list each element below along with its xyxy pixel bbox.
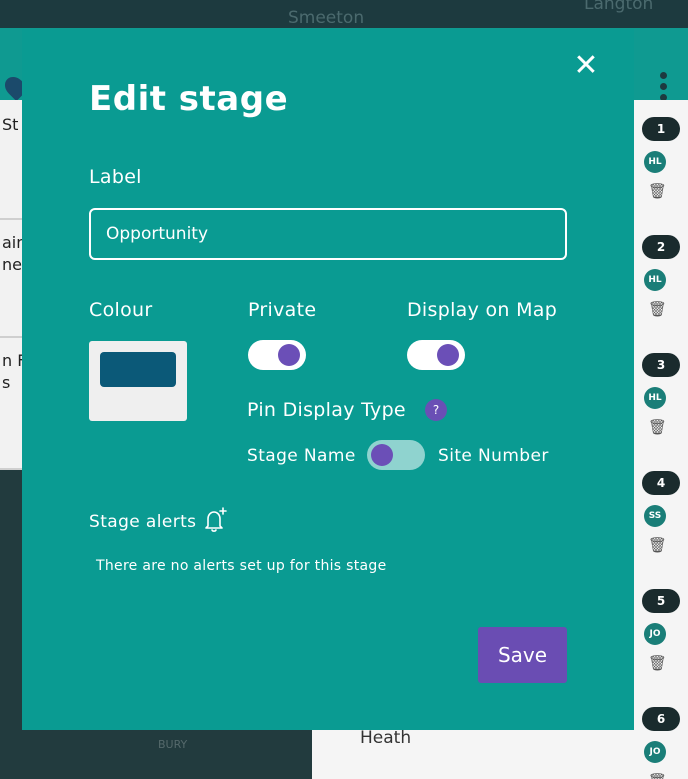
bell-add-icon[interactable] (200, 505, 230, 535)
stage-number-badge: 4 (642, 471, 680, 495)
avatar: SS (644, 505, 666, 527)
stage-column: 1 HL 🗑 2 HL 🗑 3 HL 🗑 4 SS 🗑 5 JO 🗑 6 JO … (634, 100, 688, 779)
private-heading: Private (248, 299, 317, 321)
close-icon[interactable]: ✕ (572, 51, 600, 81)
label-input[interactable] (89, 208, 567, 260)
save-button[interactable]: Save (478, 627, 567, 683)
stage-number-badge: 3 (642, 353, 680, 377)
page-title: Edit stage (89, 79, 289, 119)
display-on-map-heading: Display on Map (407, 299, 558, 321)
avatar: JO (644, 741, 666, 763)
dark-panel-label: BURY (158, 738, 188, 751)
avatar: JO (644, 623, 666, 645)
avatar: HL (644, 269, 666, 291)
pin-display-type-heading: Pin Display Type (247, 399, 406, 421)
colour-heading: Colour (89, 299, 153, 321)
trash-icon[interactable]: 🗑 (648, 654, 667, 672)
map-town-label: Langton (584, 0, 654, 14)
map-town-label: Smeeton (288, 8, 365, 28)
private-toggle[interactable] (248, 340, 306, 370)
stage-number-badge: 6 (642, 707, 680, 731)
pin-option-stage-name: Stage Name (247, 446, 356, 466)
label-heading: Label (89, 166, 142, 188)
trash-icon[interactable]: 🗑 (648, 536, 667, 554)
stage-alerts-heading: Stage alerts (89, 512, 197, 532)
edit-stage-modal: ✕ Edit stage Label Colour Private Displa… (22, 29, 634, 730)
trash-icon[interactable]: 🗑 (648, 772, 667, 779)
stage-number-badge: 1 (642, 117, 680, 141)
colour-picker[interactable] (89, 341, 187, 421)
pin-option-site-number: Site Number (438, 446, 549, 466)
avatar: HL (644, 387, 666, 409)
toggle-knob (437, 344, 459, 366)
toggle-knob (278, 344, 300, 366)
help-icon[interactable]: ? (425, 399, 447, 421)
trash-icon[interactable]: 🗑 (648, 418, 667, 436)
trash-icon[interactable]: 🗑 (648, 300, 667, 318)
avatar: HL (644, 151, 666, 173)
site-list-item-label: Heath (360, 728, 412, 748)
no-alerts-message: There are no alerts set up for this stag… (96, 558, 387, 574)
colour-swatch-fill (100, 352, 176, 387)
pin-display-type-toggle[interactable] (367, 440, 425, 470)
toggle-knob (371, 444, 393, 466)
stage-number-badge: 5 (642, 589, 680, 613)
trash-icon[interactable]: 🗑 (648, 182, 667, 200)
stage-number-badge: 2 (642, 235, 680, 259)
display-on-map-toggle[interactable] (407, 340, 465, 370)
